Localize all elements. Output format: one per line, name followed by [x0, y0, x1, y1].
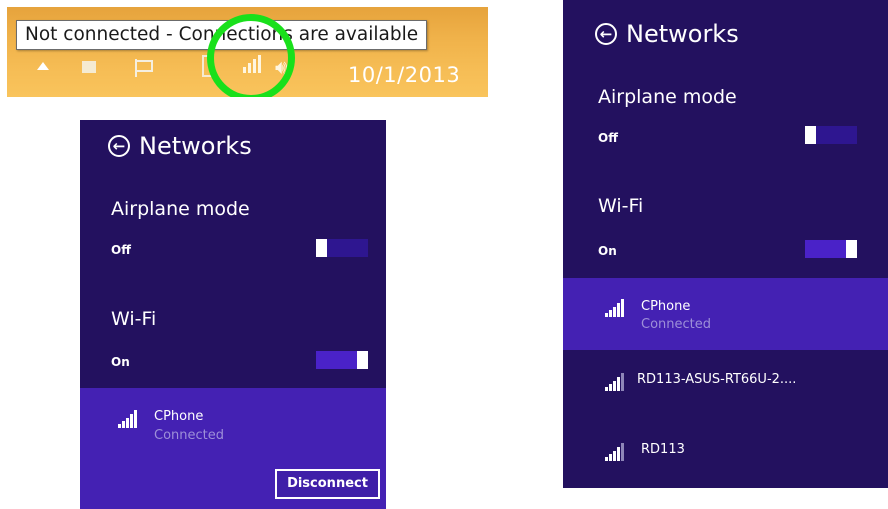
- wifi-state: On: [598, 244, 617, 258]
- panel-header: ← Networks: [595, 20, 739, 48]
- panel-header: ← Networks: [108, 132, 252, 160]
- network-item-cphone[interactable]: CPhone Connected: [563, 278, 888, 350]
- networks-panel-small: ← Networks Airplane mode Off Wi-Fi On CP…: [80, 120, 386, 509]
- wifi-label: Wi-Fi: [598, 195, 644, 217]
- airplane-mode-state: Off: [598, 131, 618, 145]
- wifi-label: Wi-Fi: [111, 308, 157, 330]
- network-item-rd113[interactable]: RD113: [563, 425, 888, 485]
- disconnect-button[interactable]: Disconnect: [275, 469, 380, 499]
- airplane-mode-label: Airplane mode: [111, 198, 250, 220]
- show-hidden-icons-icon[interactable]: [37, 62, 49, 70]
- wifi-toggle[interactable]: [316, 351, 368, 369]
- wifi-signal-icon: [605, 373, 624, 391]
- wifi-signal-icon: [605, 443, 624, 461]
- wifi-state: On: [111, 355, 130, 369]
- back-arrow-icon[interactable]: ←: [595, 23, 617, 45]
- wifi-toggle[interactable]: [805, 240, 857, 258]
- panel-title: Networks: [626, 20, 739, 48]
- network-item-rd113-asus[interactable]: RD113-ASUS-RT66U-2....: [563, 355, 888, 415]
- airplane-mode-label: Airplane mode: [598, 86, 737, 108]
- network-status: Connected: [641, 317, 712, 332]
- network-name: CPhone: [154, 409, 204, 424]
- network-name: RD113-ASUS-RT66U-2....: [637, 372, 797, 387]
- taskbar-date[interactable]: 10/1/2013: [348, 63, 460, 87]
- networks-panel-large: ← Networks Airplane mode Off Wi-Fi On CP…: [563, 0, 888, 488]
- airplane-mode-toggle[interactable]: [805, 126, 857, 144]
- network-name: RD113: [641, 442, 685, 457]
- network-status: Connected: [154, 428, 225, 443]
- wifi-signal-icon: [605, 299, 624, 317]
- tray-app-icon[interactable]: [82, 61, 96, 73]
- panel-title: Networks: [139, 132, 252, 160]
- airplane-mode-toggle[interactable]: [316, 239, 368, 257]
- back-arrow-icon[interactable]: ←: [108, 135, 130, 157]
- wifi-signal-icon: [118, 410, 137, 428]
- network-name: CPhone: [641, 299, 691, 314]
- action-center-flag-icon[interactable]: [135, 59, 153, 77]
- taskbar-crop: 🔊︎ 10/1/2013 Not connected - Connections…: [7, 7, 488, 97]
- highlight-circle: [207, 14, 295, 97]
- airplane-mode-state: Off: [111, 243, 131, 257]
